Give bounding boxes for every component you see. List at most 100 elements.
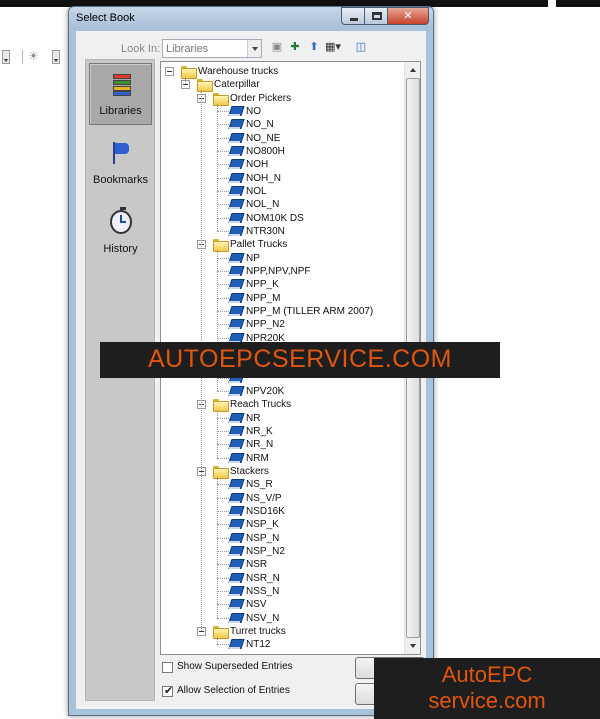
tree-book-row[interactable]: NPP_N2 [161, 318, 404, 331]
tree-book-row[interactable]: NSS_N [161, 585, 404, 598]
tree-book-row[interactable]: NTR30N [161, 225, 404, 238]
background-dropdown-button-2[interactable] [52, 50, 60, 64]
tree-book-row[interactable]: NPP_M [161, 292, 404, 305]
minimize-button[interactable] [341, 7, 365, 25]
book-icon [229, 493, 242, 504]
tree-book-row[interactable]: NS_R [161, 478, 404, 491]
tree-book-row[interactable]: NSV [161, 598, 404, 611]
tree-book-row[interactable]: NO [161, 105, 404, 118]
scroll-down-icon[interactable] [405, 639, 420, 653]
tree-book-row[interactable]: NO_N [161, 118, 404, 131]
folder-icon [197, 79, 213, 93]
chevron-down-icon[interactable] [247, 40, 261, 57]
tree-item-label: NSV_N [246, 612, 280, 624]
up-folder-icon[interactable]: ⬆ [307, 40, 321, 55]
book-icon [229, 199, 242, 210]
book-icon [229, 386, 242, 397]
tree-folder-row[interactable]: Pallet Trucks [161, 238, 404, 253]
tree-book-row[interactable]: NSD16K [161, 505, 404, 518]
tree-book-row[interactable]: NSR [161, 558, 404, 571]
tree-folder-row[interactable]: Order Pickers [161, 92, 404, 106]
tree-item-label: NPP,NPV,NPF [246, 265, 311, 277]
tree-book-row[interactable]: NSV_N [161, 612, 404, 625]
tree-connector [217, 164, 229, 166]
collapse-toggle-icon[interactable] [165, 67, 174, 76]
tree-item-label: NSR_N [246, 572, 280, 584]
book-icon [229, 639, 242, 650]
nav-item-bookmarks[interactable]: Bookmarks [89, 133, 152, 195]
tree-item-label: NR_K [246, 425, 273, 437]
close-button[interactable]: ✕ [387, 7, 429, 25]
view-menu-icon[interactable]: ▦▾ [325, 40, 341, 55]
tree-book-row[interactable]: NSP_N2 [161, 545, 404, 558]
tree-book-row[interactable]: NR_K [161, 425, 404, 438]
add-icon[interactable]: ✚ [288, 40, 302, 55]
book-icon [229, 173, 242, 184]
tree-book-row[interactable]: NOH [161, 158, 404, 171]
tree-book-row[interactable]: NRM [161, 452, 404, 465]
tree-connector [217, 430, 229, 432]
tree-book-row[interactable]: NSP_N [161, 532, 404, 545]
dialog-titlebar[interactable]: Select Book ✕ [69, 7, 433, 29]
tree-book-row[interactable]: NS_V/P [161, 492, 404, 505]
book-icon [229, 186, 242, 197]
tree-item-label: Order Pickers [230, 92, 292, 104]
maximize-button[interactable] [364, 7, 388, 25]
tree-book-row[interactable]: NOL [161, 185, 404, 198]
tree-book-row[interactable]: NOL_N [161, 198, 404, 211]
tree-item-label: NSR [246, 559, 268, 571]
checkbox-box[interactable] [162, 662, 173, 673]
tree-book-row[interactable]: NSR_N [161, 572, 404, 585]
book-icon [229, 413, 242, 424]
tree-folder-row[interactable]: Stackers [161, 465, 404, 479]
tree-connector [217, 150, 229, 152]
tree-book-row[interactable]: NO_NE [161, 132, 404, 145]
nav-item-libraries[interactable]: Libraries [89, 63, 152, 125]
tree-book-row[interactable]: NOM10K DS [161, 212, 404, 225]
background-dropdown-button[interactable] [2, 50, 10, 64]
tree-connector [217, 457, 229, 459]
panel-icon[interactable]: ◫ [354, 40, 368, 55]
book-icon [229, 453, 242, 464]
tree-connector [217, 590, 229, 592]
scroll-up-icon[interactable] [405, 63, 420, 77]
tree-book-row[interactable]: NPP_K [161, 278, 404, 291]
tree-connector [217, 537, 229, 539]
tree-book-row[interactable]: NR [161, 412, 404, 425]
tree-folder-row[interactable]: Reach Trucks [161, 398, 404, 413]
tree-item-label: NOH_N [246, 172, 282, 184]
checkbox-box[interactable]: ✔ [162, 685, 173, 697]
background-tool-icon[interactable]: ☀ [28, 49, 39, 63]
tree-folder-row[interactable]: Caterpillar [161, 78, 404, 93]
tree-book-row[interactable]: NSP_K [161, 518, 404, 531]
tree-item-label: NOM10K DS [246, 212, 304, 224]
look-in-select[interactable]: Libraries [162, 39, 262, 58]
book-icon [229, 546, 242, 557]
tree-connector [217, 177, 229, 179]
allow-selection-label: Allow Selection of Entries [177, 685, 290, 696]
tree-book-row[interactable]: NT12 [161, 638, 404, 651]
tree-book-row[interactable]: NPV20K [161, 385, 404, 398]
tree-folder-row[interactable]: Warehouse trucks [161, 65, 404, 79]
disk-icon[interactable]: ▣ [270, 40, 284, 55]
tree-connector [217, 257, 229, 259]
tree-book-row[interactable]: NOH_N [161, 172, 404, 185]
tree-connector [217, 217, 229, 219]
tree-connector [217, 204, 229, 206]
tree-book-row[interactable]: NPP,NPV,NPF [161, 265, 404, 278]
tree-book-row[interactable]: NR_N [161, 438, 404, 451]
tree-book-row[interactable]: NPP_M (TILLER ARM 2007) [161, 305, 404, 318]
folder-icon [213, 239, 229, 253]
folder-icon [213, 399, 229, 413]
show-superseded-checkbox[interactable]: Show Superseded Entries [162, 661, 362, 675]
tree-item-label: NPP_M [246, 292, 281, 304]
tree-folder-row[interactable]: Turret trucks [161, 625, 404, 639]
tree-book-row[interactable]: NP [161, 252, 404, 265]
tree-connector [217, 124, 229, 126]
tree-book-row[interactable]: NO800H [161, 145, 404, 158]
tree-connector [217, 190, 229, 192]
tree-item-label: NO [246, 105, 261, 117]
allow-selection-checkbox[interactable]: ✔ Allow Selection of Entries [162, 685, 362, 699]
nav-item-history[interactable]: History [89, 202, 152, 264]
tree-item-label: NOL_N [246, 199, 280, 211]
